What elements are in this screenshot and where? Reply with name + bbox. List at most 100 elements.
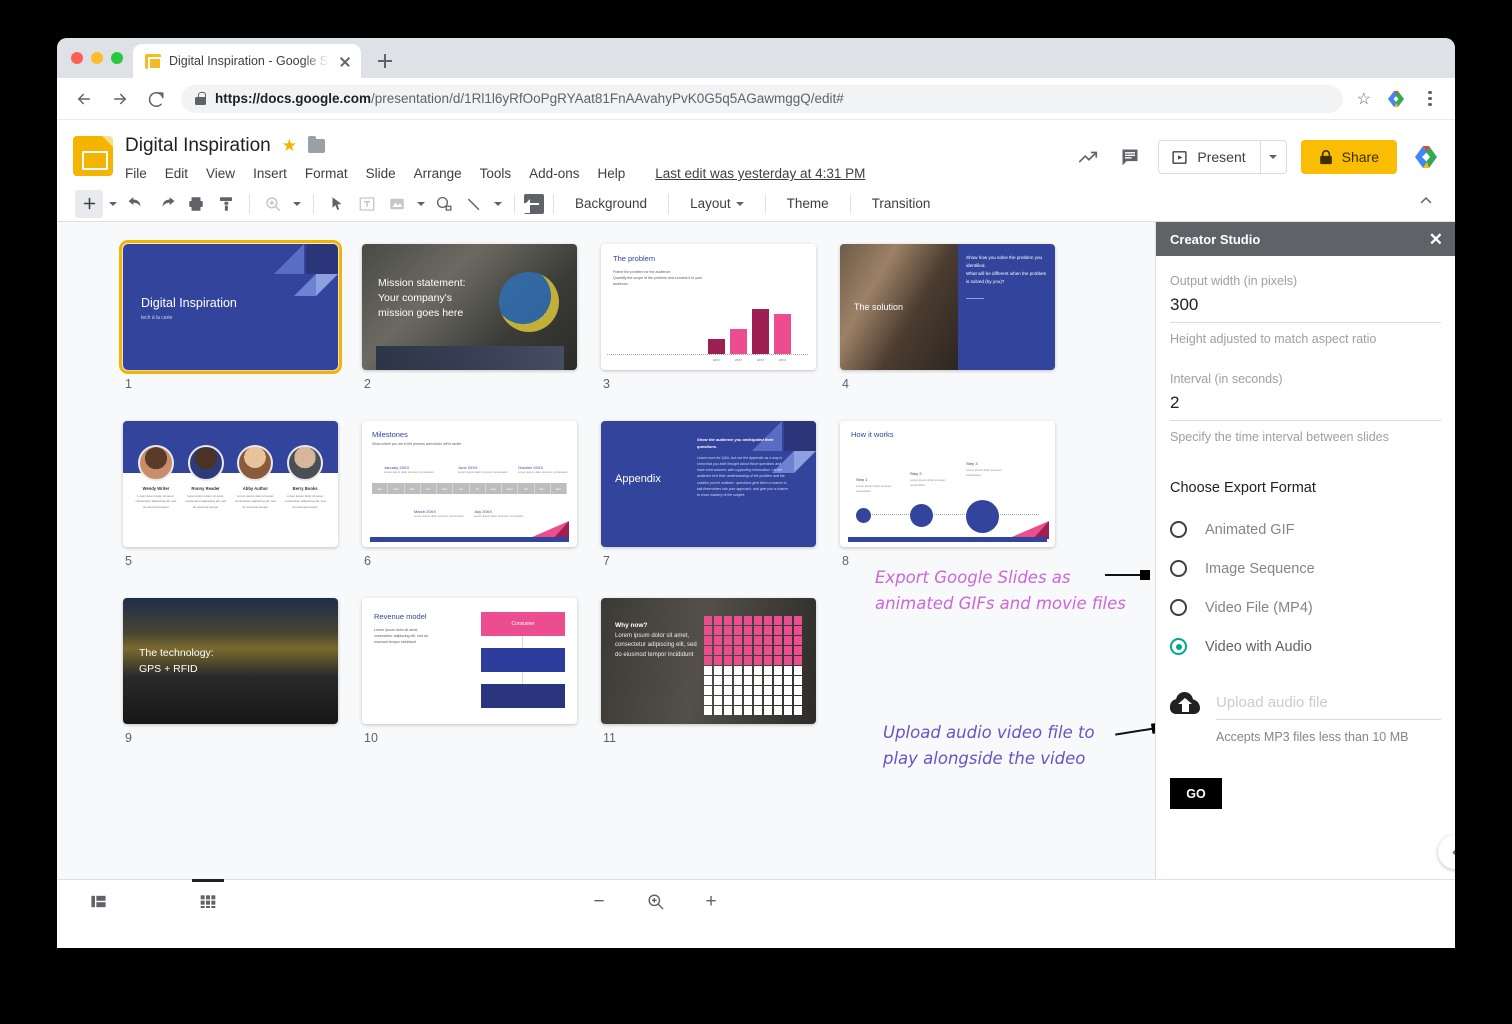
month-label: Jun <box>453 483 469 494</box>
print-button[interactable] <box>182 190 210 218</box>
radio-icon[interactable] <box>1170 560 1187 577</box>
activity-dashboard-icon[interactable] <box>1074 143 1102 171</box>
upload-audio-field[interactable]: Upload audio file <box>1216 694 1441 720</box>
milestone-body: Lorem ipsum dolor sit amet, consectetur <box>414 514 464 519</box>
slide-11-body: Lorem ipsum dolor sit amet, consectetur … <box>615 632 701 660</box>
radio-icon-selected[interactable] <box>1170 638 1187 655</box>
comment-icon[interactable] <box>1116 143 1144 171</box>
last-edit-status[interactable]: Last edit was yesterday at 4:31 PM <box>655 166 865 181</box>
slide-thumbnail-4[interactable]: The solution Show how you solve the prob… <box>840 244 1055 370</box>
paint-format-button[interactable] <box>212 190 240 218</box>
slide-thumbnail-2[interactable]: Mission statement: Your company's missio… <box>362 244 577 370</box>
zoom-controls: − + <box>587 890 723 914</box>
present-button[interactable]: Present <box>1158 140 1286 174</box>
menu-item-slide[interactable]: Slide <box>366 166 396 181</box>
document-header-left: Digital Inspiration ★ File Edit View Ins… <box>125 132 1074 181</box>
slide-cell: How it works Step 1 Lorem ipsum dolor si… <box>840 421 1055 568</box>
creator-studio-panel: Creator Studio ✕ Output width (in pixels… <box>1155 222 1455 879</box>
select-tool-button[interactable] <box>323 190 351 218</box>
radio-image-sequence[interactable]: Image Sequence <box>1170 549 1441 588</box>
menu-item-view[interactable]: View <box>206 166 235 181</box>
background-button[interactable]: Background <box>563 196 659 211</box>
avatar[interactable] <box>1411 143 1441 171</box>
menu-item-arrange[interactable]: Arrange <box>414 166 462 181</box>
address-bar[interactable]: https://docs.google.com/presentation/d/1… <box>181 85 1343 113</box>
back-arrow-icon[interactable] <box>73 88 95 110</box>
shape-tool-button[interactable] <box>430 190 458 218</box>
radio-icon[interactable] <box>1170 521 1187 538</box>
line-dropdown[interactable] <box>490 190 505 218</box>
zoom-reset-icon[interactable] <box>643 890 667 914</box>
waffle-cell <box>764 686 773 695</box>
grid-view-button[interactable] <box>189 887 227 917</box>
menu-item-insert[interactable]: Insert <box>253 166 287 181</box>
browser-tab[interactable]: Digital Inspiration - Google Slid <box>133 44 361 78</box>
extension-icon[interactable] <box>1385 89 1407 109</box>
redo-button[interactable] <box>152 190 180 218</box>
zoom-in-button[interactable]: + <box>699 890 723 914</box>
go-button[interactable]: GO <box>1170 778 1222 809</box>
cloud-upload-icon[interactable] <box>1170 692 1200 714</box>
forward-arrow-icon[interactable] <box>109 88 131 110</box>
slide-number: 6 <box>362 554 577 568</box>
slide-thumbnail-9[interactable]: The technology: GPS + RFID <box>123 598 338 724</box>
menu-item-format[interactable]: Format <box>305 166 348 181</box>
slide-thumbnail-1[interactable]: Digital Inspiration tech à la carte <box>123 244 338 370</box>
new-slide-dropdown[interactable] <box>105 190 120 218</box>
zoom-tool-button[interactable] <box>259 190 287 218</box>
present-main[interactable]: Present <box>1159 141 1259 173</box>
undo-button[interactable] <box>122 190 150 218</box>
layout-button[interactable]: Layout <box>678 196 756 211</box>
slide-thumbnail-8[interactable]: How it works Step 1 Lorem ipsum dolor si… <box>840 421 1055 547</box>
month-label: Aug <box>486 483 502 494</box>
line-tool-button[interactable] <box>460 190 488 218</box>
zoom-out-button[interactable]: − <box>587 890 611 914</box>
close-icon[interactable]: ✕ <box>1429 231 1443 248</box>
radio-animated-gif[interactable]: Animated GIF <box>1170 510 1441 549</box>
bookmark-star-icon[interactable]: ☆ <box>1357 89 1371 109</box>
slide-thumbnail-3[interactable]: The problem Frame the problem for the au… <box>601 244 816 370</box>
filmstrip-view-button[interactable] <box>79 887 117 917</box>
present-dropdown-button[interactable] <box>1260 141 1286 173</box>
close-tab-icon[interactable] <box>337 53 353 69</box>
collapse-panel-button[interactable] <box>1438 835 1455 869</box>
slide-thumbnail-7[interactable]: Appendix Show the audience you anticipat… <box>601 421 816 547</box>
transition-button[interactable]: Transition <box>860 196 943 211</box>
radio-icon[interactable] <box>1170 599 1187 616</box>
waffle-cell <box>784 646 793 655</box>
add-comment-button[interactable] <box>524 194 544 214</box>
share-button[interactable]: Share <box>1301 140 1397 174</box>
collapse-toolbar-icon[interactable] <box>1417 192 1441 215</box>
menu-item-file[interactable]: File <box>125 166 147 181</box>
maximize-window-button[interactable] <box>111 52 123 64</box>
interval-input[interactable]: 2 <box>1170 393 1441 421</box>
slide-thumbnail-5[interactable]: Wendy Writer Lorem ipsum dolor sit amet,… <box>123 421 338 547</box>
slide-cell: Why now? Lorem ipsum dolor sit amet, con… <box>601 598 816 745</box>
slide-6-title: Milestones <box>372 430 567 439</box>
radio-video-file-mp4[interactable]: Video File (MP4) <box>1170 588 1441 627</box>
menu-item-help[interactable]: Help <box>597 166 625 181</box>
theme-button[interactable]: Theme <box>775 196 841 211</box>
menu-item-tools[interactable]: Tools <box>480 166 512 181</box>
zoom-dropdown[interactable] <box>289 190 304 218</box>
folder-icon[interactable] <box>308 139 325 153</box>
menu-item-edit[interactable]: Edit <box>165 166 188 181</box>
slide-thumbnail-6[interactable]: Milestones Show where you are in the pro… <box>362 421 577 547</box>
slide-thumbnail-10[interactable]: Revenue model Lorem ipsum dolor sit amet… <box>362 598 577 724</box>
kebab-menu-icon[interactable] <box>1421 91 1439 107</box>
close-window-button[interactable] <box>71 52 83 64</box>
output-width-input[interactable]: 300 <box>1170 295 1441 323</box>
image-tool-button[interactable] <box>383 190 411 218</box>
menu-item-addons[interactable]: Add-ons <box>529 166 579 181</box>
image-dropdown[interactable] <box>413 190 428 218</box>
reload-icon[interactable] <box>145 88 167 110</box>
textbox-tool-button[interactable] <box>353 190 381 218</box>
output-width-field-group: Output width (in pixels) 300 Height adju… <box>1170 274 1441 346</box>
minimize-window-button[interactable] <box>91 52 103 64</box>
new-slide-button[interactable] <box>75 190 103 218</box>
radio-video-with-audio[interactable]: Video with Audio <box>1170 627 1441 666</box>
star-icon[interactable]: ★ <box>282 136 297 156</box>
new-tab-button[interactable] <box>371 47 399 75</box>
page-title[interactable]: Digital Inspiration <box>125 135 271 157</box>
slide-thumbnail-11[interactable]: Why now? Lorem ipsum dolor sit amet, con… <box>601 598 816 724</box>
